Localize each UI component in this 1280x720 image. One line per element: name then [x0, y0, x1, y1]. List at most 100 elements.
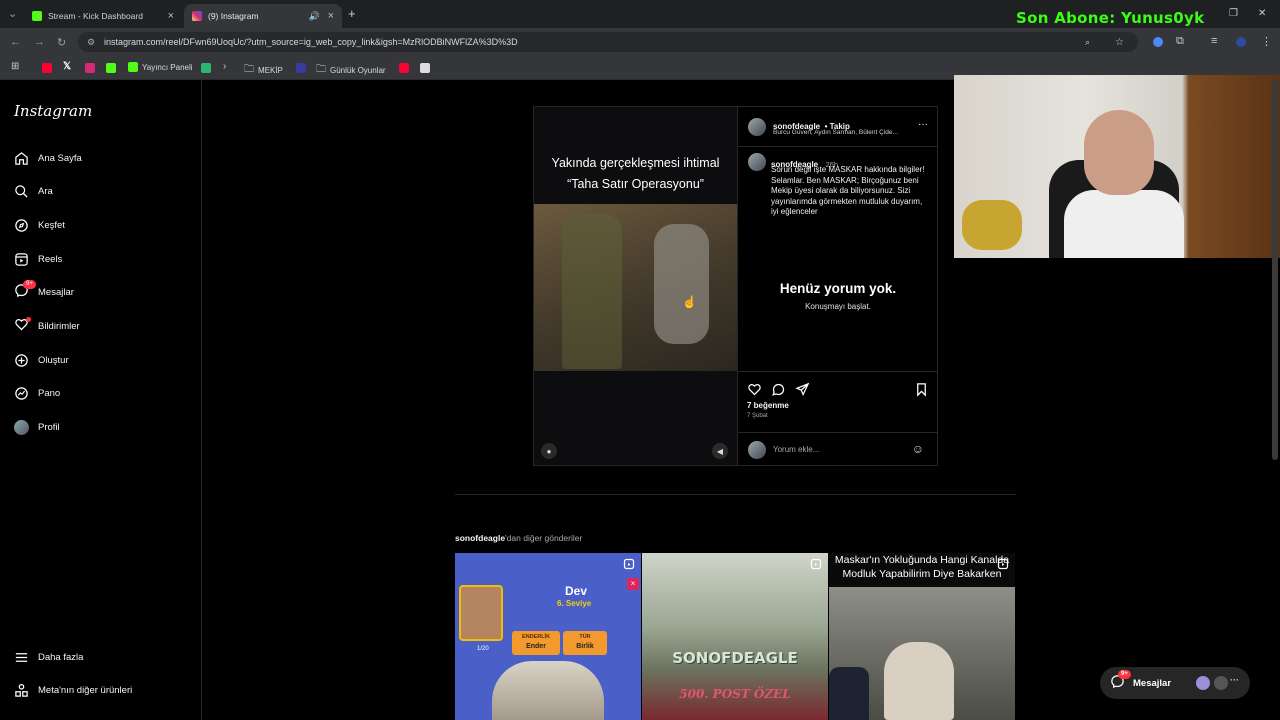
extension-icon[interactable] — [1153, 37, 1163, 47]
close-tab-icon[interactable]: × — [168, 10, 174, 22]
tab-label: Stream - Kick Dashboard — [48, 11, 143, 21]
avatar — [1196, 676, 1210, 690]
like-heart-icon[interactable] — [747, 382, 762, 397]
card-rarity-value: Ender — [526, 643, 546, 650]
bookmark-arrow-icon[interactable]: › — [223, 61, 226, 72]
save-bookmark-icon[interactable] — [914, 382, 929, 397]
more-icon: ··· — [1230, 675, 1239, 685]
sidebar-item-search[interactable]: Ara — [14, 181, 53, 201]
emoji-icon[interactable]: ☺ — [912, 442, 924, 456]
subscriber-banner: Son Abone: Yunus0yk — [1016, 9, 1205, 27]
card-portrait — [459, 585, 503, 641]
notification-dot — [26, 317, 31, 322]
x-bookmark-icon[interactable]: 𝕏 — [63, 61, 71, 72]
site-info-icon[interactable]: ⚙ — [87, 37, 95, 48]
plus-icon — [15, 353, 28, 367]
forward-icon[interactable]: → — [34, 36, 45, 48]
sidebar-item-label: Oluştur — [38, 354, 69, 366]
sidebar-item-label: Pano — [38, 387, 61, 399]
bookmark-mekip[interactable]: 🗀 MEKİP — [244, 62, 283, 79]
dashboard-icon — [15, 386, 28, 400]
avatar — [1214, 676, 1228, 690]
youtube-bookmark-icon[interactable] — [42, 63, 52, 73]
no-comments-title: Henüz yorum yok. — [779, 281, 897, 296]
tab-search-icon[interactable]: ⌄ — [8, 7, 17, 20]
menu-icon — [15, 652, 28, 662]
reels-icon — [810, 558, 822, 570]
bookmark-yayinci-paneli[interactable]: Yayıncı Paneli — [128, 62, 193, 72]
sidebar-item-label: Ara — [38, 185, 53, 197]
reading-list-icon[interactable]: ≡ — [1211, 35, 1217, 47]
close-window-icon[interactable]: ✕ — [1258, 8, 1266, 19]
tab-instagram[interactable]: (9) Instagram 🔊 × — [184, 4, 342, 28]
sidebar-item-profile[interactable]: Profil — [14, 417, 60, 437]
more-options-icon[interactable]: ··· — [918, 119, 928, 130]
more-post-thumb[interactable]: Dev 6. Seviye ENDERLİK Ender TÜR Birlik … — [455, 553, 641, 720]
sidebar-item-label: Keşfet — [38, 219, 65, 231]
kick-favicon-icon — [32, 11, 42, 21]
sidebar-item-messages[interactable]: 9+ Mesajlar — [14, 280, 74, 302]
comment-icon[interactable] — [771, 382, 786, 397]
restore-window-icon[interactable]: ❐ — [1229, 8, 1238, 19]
sidebar-item-label: Mesajlar — [38, 286, 74, 298]
video-caption: Yakında gerçekleşmesi ihtimal “Taha Satı… — [534, 153, 737, 195]
bookmark-site-icon[interactable] — [296, 63, 306, 73]
sidebar-item-dashboard[interactable]: Pano — [14, 383, 60, 403]
address-bar[interactable]: ⚙ instagram.com/reel/DFwn69UoqUc/?utm_so… — [78, 32, 1138, 52]
share-icon[interactable] — [795, 382, 810, 397]
sidebar-item-explore[interactable]: Keşfet — [14, 215, 65, 235]
more-post-thumb[interactable]: SONOFDEAGLE 500. POST ÖZEL — [642, 553, 828, 720]
profile-avatar[interactable] — [1236, 37, 1246, 47]
sidebar-item-notifications[interactable]: Bildirimler — [14, 316, 80, 336]
browser-menu-icon[interactable]: ⋮ — [1261, 35, 1272, 48]
reload-icon[interactable]: ↻ — [57, 36, 66, 49]
sidebar-item-label: Ana Sayfa — [38, 152, 82, 164]
card-type-value: Birlik — [576, 643, 594, 650]
kick-bookmark-icon[interactable] — [106, 63, 116, 73]
sidebar-item-meta-products[interactable]: Meta'nın diğer ürünleri — [14, 680, 132, 700]
comment-author-avatar[interactable] — [748, 153, 766, 171]
back-icon[interactable]: ← — [10, 36, 21, 48]
author-avatar[interactable] — [748, 118, 766, 136]
close-icon: × — [627, 578, 639, 590]
bookmark-gunluk-oyunlar[interactable]: 🗀 Günlük Oyunlar — [316, 62, 386, 79]
browser-chrome: ⌄ Stream - Kick Dashboard × (9) Instagra… — [0, 0, 1280, 80]
bookmark-label: Yayıncı Paneli — [142, 62, 193, 72]
card-type: TÜR Birlik — [563, 631, 607, 655]
new-tab-icon[interactable]: + — [348, 6, 356, 21]
sidebar-item-home[interactable]: Ana Sayfa — [14, 148, 82, 168]
reel-video[interactable]: Yakında gerçekleşmesi ihtimal “Taha Satı… — [534, 107, 737, 465]
tab-kick-dashboard[interactable]: Stream - Kick Dashboard × — [24, 4, 182, 28]
bookmark-app-icon[interactable] — [201, 63, 211, 73]
collaborators[interactable]: Burcu Güven, Aydın Sarman, Bülent Çide..… — [773, 129, 898, 136]
speaker-icon[interactable]: 🔊 — [309, 11, 320, 22]
close-tab-icon[interactable]: × — [328, 10, 334, 22]
likes-count[interactable]: 7 beğenme — [747, 401, 789, 410]
sidebar-item-create[interactable]: Oluştur — [14, 350, 69, 370]
zoom-icon[interactable]: ⌕ — [1085, 37, 1090, 48]
instagram-logo[interactable]: Instagram — [14, 102, 92, 120]
bookmark-image-icon[interactable] — [420, 63, 430, 73]
volume-icon[interactable]: ◀ — [712, 443, 728, 459]
instagram-favicon-icon — [192, 11, 202, 21]
page-scrollbar[interactable] — [1272, 80, 1278, 460]
youtube-bookmark-icon[interactable] — [399, 63, 409, 73]
tagged-users-icon[interactable]: ● — [541, 443, 557, 459]
comment-input[interactable]: Yorum ekle... — [773, 445, 819, 454]
sidebar-item-reels[interactable]: Reels — [14, 249, 62, 269]
reel-post: Yakında gerçekleşmesi ihtimal “Taha Satı… — [533, 106, 938, 466]
instagram-sidebar: Instagram Ana Sayfa Ara Keşfet Reels 9+ … — [0, 80, 202, 720]
messages-pill-badge: 9+ — [1118, 670, 1131, 679]
instagram-bookmark-icon[interactable] — [85, 63, 95, 73]
apps-grid-icon[interactable]: ⊞ — [11, 61, 19, 72]
extensions-puzzle-icon[interactable]: ⧉ — [1176, 35, 1184, 48]
bookmark-star-icon[interactable]: ☆ — [1115, 37, 1124, 48]
more-posts-author[interactable]: sonofdeagle — [455, 533, 505, 543]
video-caption-line: “Taha Satır Operasyonu” — [567, 177, 704, 191]
video-frame[interactable]: ☝ — [534, 204, 737, 371]
post-date: 7 Şubat — [747, 413, 768, 419]
sidebar-item-more[interactable]: Daha fazla — [14, 647, 83, 667]
more-posts-suffix: 'dan diğer gönderiler — [505, 533, 583, 543]
messages-pill[interactable]: 9+ Mesajlar ··· — [1100, 667, 1250, 699]
more-post-thumb[interactable]: Maskar'ın Yokluğunda Hangi Kanalda Modlu… — [829, 553, 1015, 720]
